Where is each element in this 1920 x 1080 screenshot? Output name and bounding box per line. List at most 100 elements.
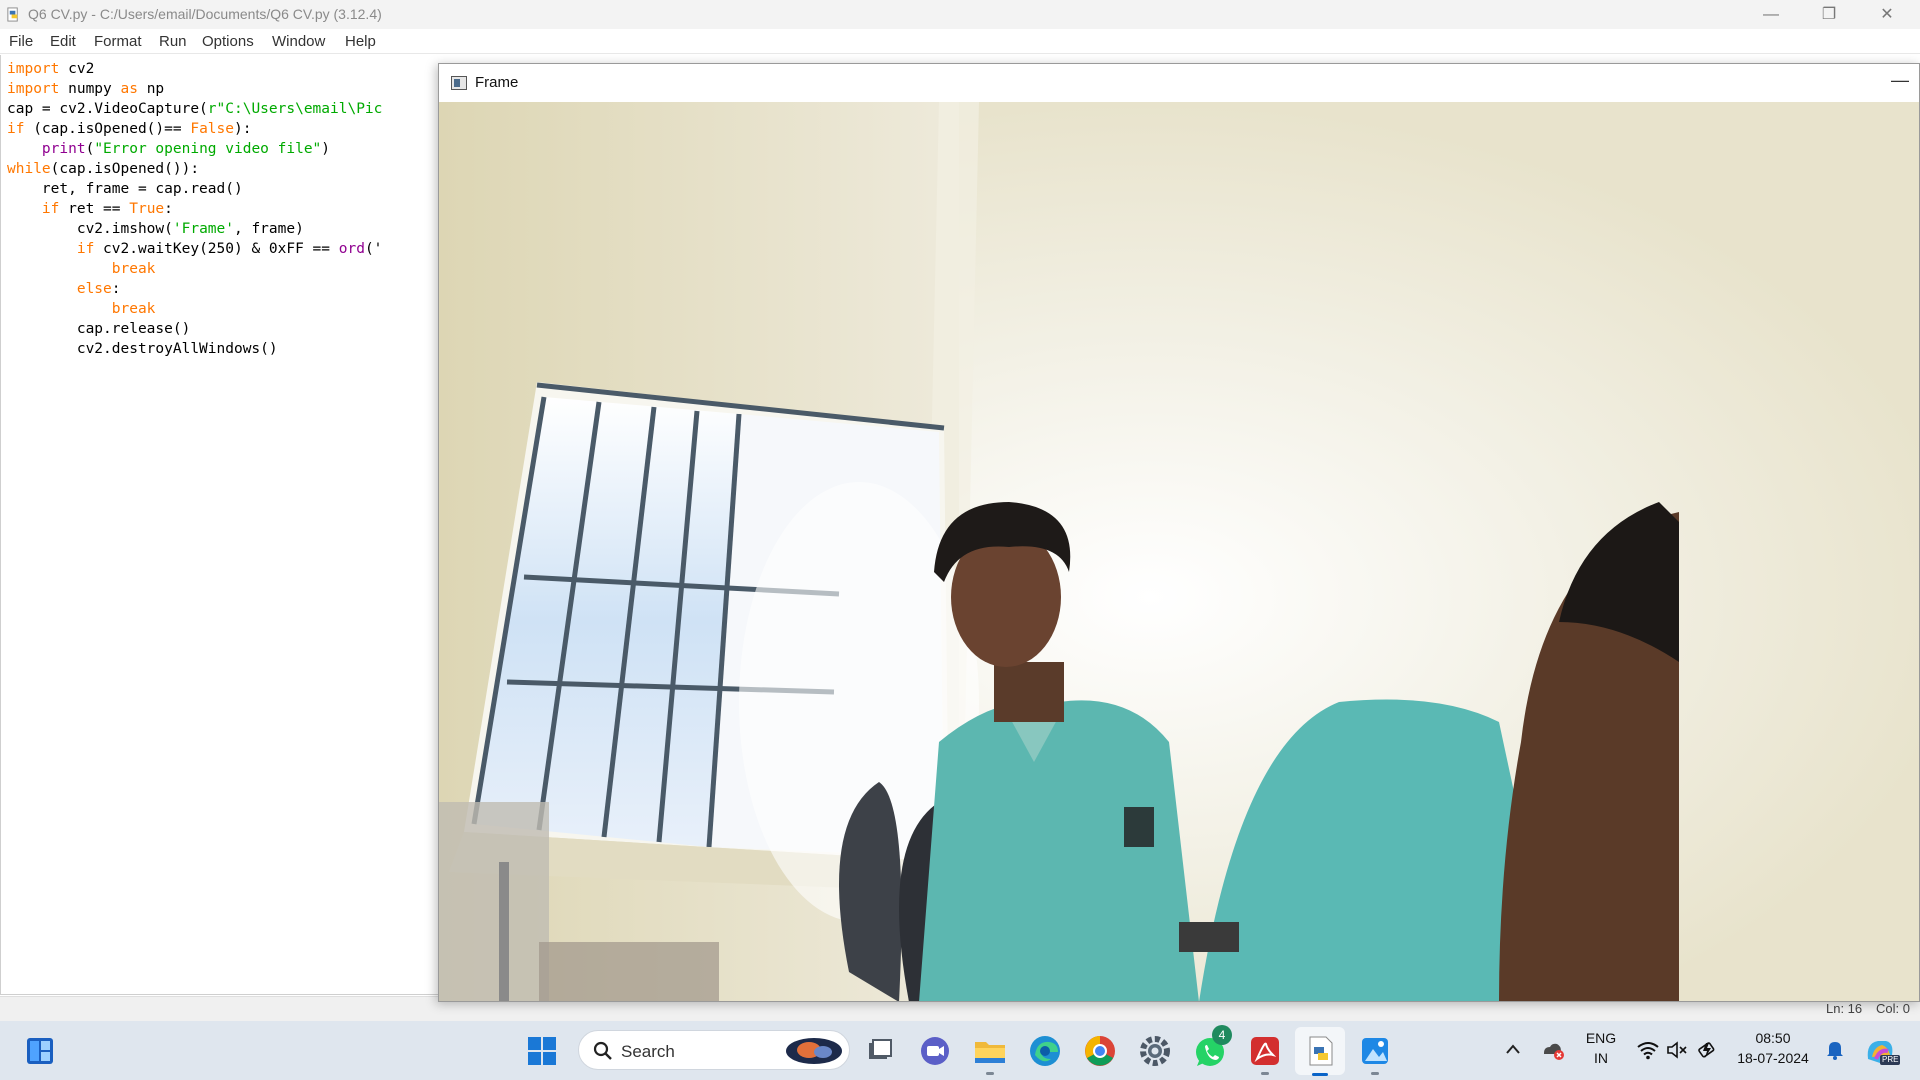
acrobat-reader-icon[interactable]	[1247, 1033, 1283, 1075]
language-code[interactable]: ENG	[1583, 1030, 1619, 1046]
running-indicator	[1261, 1072, 1269, 1075]
code-line[interactable]: while(cap.isOpened()):	[7, 159, 199, 179]
running-indicator	[986, 1072, 994, 1075]
code-editor[interactable]: import cv2 import numpy as np cap = cv2.Vi…	[0, 55, 440, 995]
taskbar: Search 4 ENG IN 08:50 18-07-2024 PRE	[0, 1021, 1920, 1080]
code-token: break	[111, 261, 156, 277]
onedrive-error-icon[interactable]	[1541, 1039, 1565, 1061]
taskbar-search[interactable]: Search	[578, 1030, 850, 1070]
task-view-icon[interactable]	[862, 1033, 898, 1069]
menu-format[interactable]: Format	[94, 33, 142, 50]
editor-title-bar: Q6 CV.py - C:/Users/email/Documents/Q6 C…	[0, 0, 1920, 29]
python-file-icon	[7, 7, 18, 22]
photos-icon[interactable]	[1357, 1033, 1393, 1075]
code-token: cv2	[59, 61, 95, 77]
widgets-icon[interactable]	[22, 1033, 58, 1069]
minimize-button[interactable]: —	[1742, 0, 1800, 29]
code-line[interactable]: break	[7, 299, 156, 319]
frame-title: Frame	[475, 74, 519, 91]
code-token: import	[7, 61, 60, 77]
speaker-muted-icon[interactable]	[1666, 1040, 1688, 1060]
code-token: as	[120, 81, 138, 97]
code-line[interactable]: import cv2	[7, 59, 94, 79]
chrome-browser-icon[interactable]	[1082, 1033, 1118, 1069]
frame-window-icon	[451, 76, 467, 90]
battery-charging-icon[interactable]	[1696, 1039, 1718, 1061]
code-line[interactable]: cap = cv2.VideoCapture(r"C:\Users\email\…	[7, 99, 382, 119]
teams-chat-icon[interactable]	[917, 1033, 953, 1069]
code-token: import	[7, 81, 60, 97]
frame-minimize-button[interactable]: —	[1891, 70, 1909, 91]
code-token: :	[111, 281, 121, 297]
code-token: cv2.waitKey(250) & 0xFF ==	[94, 241, 339, 257]
language-region[interactable]: IN	[1583, 1050, 1619, 1066]
idle-taskbar-button[interactable]	[1295, 1027, 1345, 1076]
menu-edit[interactable]: Edit	[50, 33, 76, 50]
frame-window[interactable]: Frame —	[438, 63, 1920, 1002]
edge-browser-icon[interactable]	[1027, 1033, 1063, 1069]
code-token: False	[190, 121, 234, 137]
code-token: cap.release()	[7, 321, 191, 337]
code-line[interactable]: print("Error opening video file")	[7, 139, 330, 159]
code-token: ):	[234, 121, 252, 137]
code-token: ret, frame = cap.read()	[7, 181, 243, 197]
code-line[interactable]: ret, frame = cap.read()	[7, 179, 243, 199]
code-token: cv2.imshow(	[7, 221, 173, 237]
copilot-icon[interactable]: PRE	[1862, 1033, 1901, 1069]
code-token: if	[7, 121, 25, 137]
search-highlight-icon	[786, 1038, 842, 1064]
code-token: break	[111, 301, 156, 317]
copilot-badge: PRE	[1880, 1055, 1901, 1065]
code-token: 'Frame'	[172, 221, 234, 237]
menu-options[interactable]: Options	[202, 33, 254, 50]
clock-time[interactable]: 08:50	[1736, 1030, 1810, 1046]
code-token: print	[41, 141, 86, 157]
code-token: True	[129, 201, 165, 217]
search-label: Search	[621, 1042, 675, 1061]
menu-help[interactable]: Help	[345, 33, 376, 50]
code-line[interactable]: cv2.destroyAllWindows()	[7, 339, 278, 359]
code-line[interactable]: cv2.imshow('Frame', frame)	[7, 219, 304, 239]
active-indicator	[1312, 1073, 1328, 1076]
restore-button[interactable]: ❐	[1800, 0, 1858, 29]
notification-bell-icon[interactable]	[1825, 1039, 1845, 1061]
code-line[interactable]: if cv2.waitKey(250) & 0xFF == ord('	[7, 239, 383, 259]
code-token: "Error opening video file"	[94, 141, 322, 157]
code-token: cap = cv2.VideoCapture(	[7, 101, 208, 117]
code-line[interactable]: cap.release()	[7, 319, 191, 339]
code-line[interactable]: break	[7, 259, 156, 279]
code-token: :	[164, 201, 173, 217]
wifi-icon[interactable]	[1637, 1040, 1659, 1060]
frame-title-bar: Frame —	[439, 64, 1919, 102]
code-line[interactable]: import numpy as np	[7, 79, 164, 99]
code-token: numpy	[59, 81, 121, 97]
menu-window[interactable]: Window	[272, 33, 325, 50]
status-col: Col: 0	[1876, 1001, 1910, 1016]
close-button[interactable]: ✕	[1858, 0, 1916, 29]
menu-file[interactable]: File	[9, 33, 33, 50]
start-button[interactable]	[524, 1033, 560, 1069]
code-line[interactable]: else:	[7, 279, 121, 299]
code-token: (cap.isOpened()):	[50, 161, 200, 177]
code-token: if	[76, 241, 95, 257]
settings-gear-icon[interactable]	[1137, 1033, 1173, 1069]
menu-run[interactable]: Run	[159, 33, 187, 50]
webcam-frame-image	[439, 102, 1919, 1001]
code-token: cv2.destroyAllWindows()	[7, 341, 278, 357]
code-line[interactable]: if (cap.isOpened()== False):	[7, 119, 251, 139]
code-token: else	[76, 281, 112, 297]
whatsapp-icon[interactable]: 4	[1192, 1025, 1232, 1069]
chevron-up-icon[interactable]	[1505, 1043, 1521, 1055]
clock-date[interactable]: 18-07-2024	[1733, 1050, 1813, 1066]
code-token: r"C:\Users\email\Pic	[207, 101, 383, 117]
code-token: )	[321, 141, 331, 157]
code-line[interactable]: if ret == True:	[7, 199, 173, 219]
code-token: (	[85, 141, 95, 157]
file-explorer-icon[interactable]	[972, 1033, 1008, 1075]
